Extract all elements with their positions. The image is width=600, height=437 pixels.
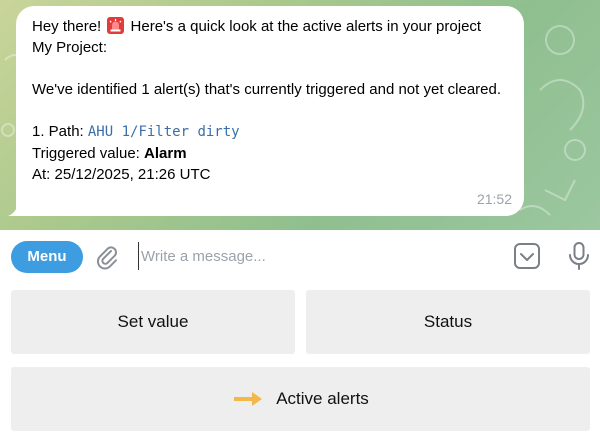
triggered-value: Alarm: [144, 145, 187, 162]
keyboard-toggle-icon[interactable]: [513, 242, 541, 270]
message-time: 21:52: [476, 191, 512, 207]
status-button[interactable]: Status: [306, 290, 590, 354]
active-alerts-label: Active alerts: [276, 389, 369, 408]
paperclip-icon[interactable]: [94, 244, 120, 270]
message-project: My Project:: [32, 39, 108, 56]
alert-triggered-line: Triggered value: Alarm: [32, 143, 510, 164]
menu-button[interactable]: Menu: [11, 241, 83, 273]
message-intro-text: Here's a quick look at the active alerts…: [130, 18, 482, 35]
message-input[interactable]: [138, 242, 498, 270]
arrow-right-icon: [234, 392, 263, 406]
active-alerts-button[interactable]: Active alerts: [11, 367, 590, 431]
alert-timestamp: At: 25/12/2025, 21:26 UTC: [32, 166, 211, 183]
microphone-icon[interactable]: [566, 241, 592, 271]
set-value-button[interactable]: Set value: [11, 290, 295, 354]
chat-area: Hey there! Here's a quick look at the ac…: [0, 0, 600, 230]
alert-path-line: 1. Path: AHU 1/Filter dirty: [32, 121, 510, 143]
status-label: Status: [423, 312, 473, 331]
siren-emoji-icon: [107, 17, 125, 34]
triggered-label: Triggered value:: [32, 145, 145, 162]
message-input-bar: Menu: [0, 230, 600, 282]
set-value-label: Set value: [117, 312, 189, 331]
alert-path: AHU 1/Filter dirty: [87, 124, 240, 140]
alert-message-bubble: Hey there! Here's a quick look at the ac…: [16, 6, 524, 216]
alert-path-prefix: 1. Path:: [32, 123, 88, 140]
message-summary: We've identified 1 alert(s) that's curre…: [32, 81, 502, 98]
message-intro-line: Hey there! Here's a quick look at the ac…: [32, 16, 510, 37]
message-greeting: Hey there!: [32, 18, 102, 35]
